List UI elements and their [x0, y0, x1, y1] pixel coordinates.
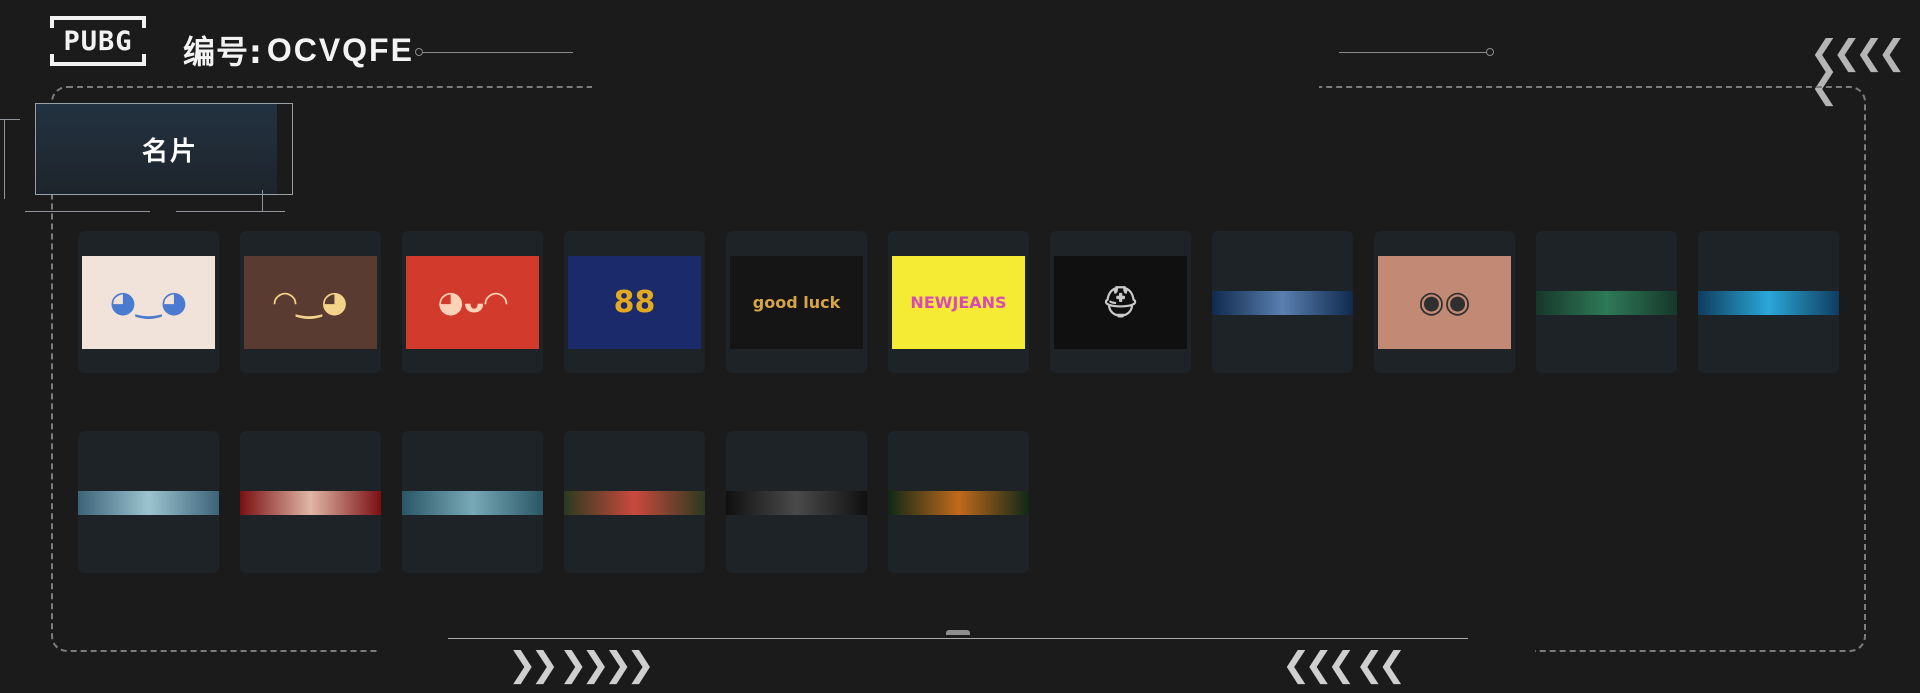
namecard-thumbnail: ◕‿◕: [82, 256, 215, 349]
namecard-shark-teeth[interactable]: [564, 431, 705, 573]
namecard-anime-red[interactable]: ◕ᴗ◠: [402, 231, 543, 373]
header-line-dot-left: [415, 48, 423, 56]
namecard-thumbnail: ◉◉: [1378, 256, 1511, 349]
namecard-art: ◕‿◕: [109, 285, 188, 320]
namecard-good-luck[interactable]: good luck: [726, 231, 867, 373]
tab-under-line-right: [176, 211, 285, 212]
namecard-banner: [888, 491, 1029, 515]
scroll-handle[interactable]: [946, 630, 970, 635]
namecard-art: 88: [613, 285, 656, 320]
namecard-art: ⛑: [1101, 285, 1140, 320]
namecard-red-dragon[interactable]: [240, 431, 381, 573]
namecard-banner: [564, 491, 705, 515]
namecard-banner: [1698, 291, 1839, 315]
namecard-art: ◠‿◕: [273, 285, 348, 320]
namecard-banner: [726, 491, 867, 515]
namecard-banner: [1212, 291, 1353, 315]
logo-text: PUBG: [63, 25, 133, 57]
pubg-logo: PUBG: [50, 16, 146, 66]
namecard-teal-wolf[interactable]: [402, 431, 543, 573]
namecard-art: good luck: [752, 293, 841, 312]
namecard-art: NEWJEANS: [910, 293, 1007, 312]
namecard-thumbnail: NEWJEANS: [892, 256, 1025, 349]
namecard-thumbnail: ◠‿◕: [244, 256, 377, 349]
namecard-banner: [240, 491, 381, 515]
namecard-green-eye[interactable]: [888, 431, 1029, 573]
namecard-banner: [1536, 291, 1677, 315]
code-label: 编号:: [183, 33, 263, 71]
namecard-newjeans[interactable]: NEWJEANS: [888, 231, 1029, 373]
namecard-anime-brunette[interactable]: ◠‿◕: [240, 231, 381, 373]
namecard-moon-phases[interactable]: [1212, 231, 1353, 373]
namecard-soldier-helmet[interactable]: ⛑: [1050, 231, 1191, 373]
header-line-right: [1339, 52, 1487, 53]
namecard-art: ◉◉: [1418, 285, 1471, 320]
namecard-art: ◕ᴗ◠: [437, 285, 508, 320]
namecard-green-camo[interactable]: [1536, 231, 1677, 373]
frame-top-gap: [592, 80, 1319, 92]
namecard-mountain-haze[interactable]: [78, 431, 219, 573]
tab-deco-line: [0, 119, 20, 120]
namecard-banner: [78, 491, 219, 515]
section-title: 名片: [141, 136, 198, 167]
namecard-gold-88[interactable]: 88: [564, 231, 705, 373]
namecard-thumbnail: good luck: [730, 256, 863, 349]
namecard-goggles-woman[interactable]: ◉◉: [1374, 231, 1515, 373]
code-value: OCVQFE: [266, 31, 414, 68]
tab-deco-vline: [4, 119, 5, 199]
namecard-thumbnail: ⛑: [1054, 256, 1187, 349]
footer-right-chevrons-icon: ❯❯ ❯❯❯❯: [508, 645, 655, 685]
footer-line: [448, 638, 1468, 639]
footer-left-chevrons-icon: ❮❮❮ ❮❮: [1282, 645, 1406, 685]
header-line-dot-right: [1486, 48, 1494, 56]
header-line-left: [423, 52, 573, 53]
namecard-banner: [402, 491, 543, 515]
namecard-anime-blonde[interactable]: ◕‿◕: [78, 231, 219, 373]
namecard-blue-light[interactable]: [1698, 231, 1839, 373]
tab-under-line-left: [25, 211, 150, 212]
namecard-thumbnail: ◕ᴗ◠: [406, 256, 539, 349]
namecard-dark-tribal[interactable]: [726, 431, 867, 573]
namecard-thumbnail: 88: [568, 256, 701, 349]
player-code: 编号: OCVQFE: [183, 30, 414, 72]
